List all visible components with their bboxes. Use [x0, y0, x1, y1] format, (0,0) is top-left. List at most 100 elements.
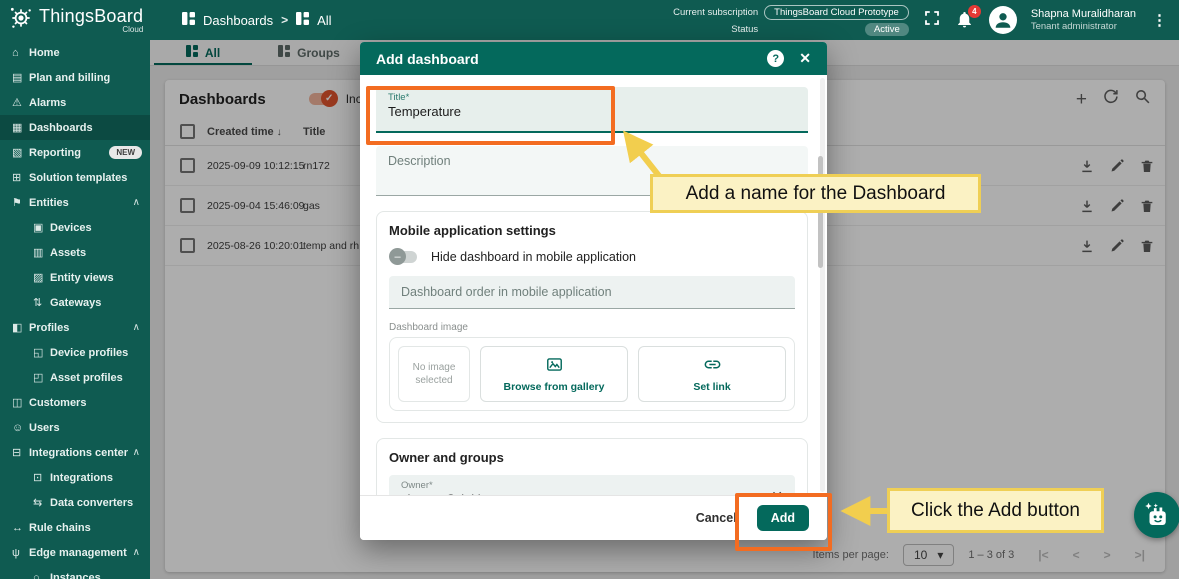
status-label: Status: [731, 24, 758, 35]
device-profiles-icon: ◱: [33, 346, 50, 359]
user-info[interactable]: Shapna Muralidharan Tenant administrator: [1031, 8, 1136, 33]
app-subtitle: Cloud: [39, 25, 143, 34]
dashboard-order-field[interactable]: Dashboard order in mobile application: [389, 276, 795, 309]
owner-field[interactable]: Owner* shapna@dekist.com ✕: [389, 475, 795, 495]
instances-icon: ○: [33, 572, 50, 579]
sidebar-item-users[interactable]: ☺ Users: [0, 415, 150, 440]
sidebar-item-assets[interactable]: ▥ Assets: [0, 240, 150, 265]
edge-management-icon: ψ: [12, 547, 29, 559]
plan-and-billing-icon: ▤: [12, 71, 29, 84]
home-icon: ⌂: [12, 47, 29, 59]
breadcrumb-current[interactable]: All: [317, 13, 331, 28]
sidebar-item-label: Devices: [50, 222, 92, 234]
app-header: ThingsBoard Cloud Dashboards > All Curre…: [0, 0, 1179, 40]
set-link-label: Set link: [693, 381, 730, 393]
sidebar-item-label: Rule chains: [29, 522, 91, 534]
chevron-up-icon[interactable]: ∧: [133, 197, 140, 208]
notifications-bell-icon[interactable]: 4: [955, 10, 975, 30]
dialog-scrollbar[interactable]: [820, 78, 825, 492]
sidebar-item-entity-views[interactable]: ▨ Entity views: [0, 265, 150, 290]
user-role: Tenant administrator: [1031, 21, 1136, 32]
new-badge: NEW: [109, 146, 142, 159]
callout-add-button: Click the Add button: [887, 488, 1104, 533]
dialog-header: Add dashboard ? ✕: [360, 42, 827, 75]
sidebar-item-label: Users: [29, 422, 60, 434]
integrations-icon: ⊡: [33, 471, 50, 484]
sidebar-item-label: Customers: [29, 397, 86, 409]
solution-templates-icon: ⊞: [12, 171, 29, 184]
fullscreen-icon[interactable]: [923, 9, 941, 32]
chevron-up-icon[interactable]: ∧: [133, 447, 140, 458]
sidebar-item-label: Data converters: [50, 497, 133, 509]
owner-field-label: Owner*: [401, 480, 783, 491]
chevron-up-icon[interactable]: ∧: [133, 322, 140, 333]
link-icon: [703, 355, 722, 377]
cancel-button[interactable]: Cancel: [696, 511, 737, 525]
sidebar-item-label: Plan and billing: [29, 72, 110, 84]
entity-views-icon: ▨: [33, 271, 50, 284]
breadcrumb: Dashboards > All: [182, 12, 332, 28]
sidebar-item-dashboards[interactable]: ▦ Dashboards: [0, 115, 150, 140]
sidebar-item-plan-and-billing[interactable]: ▤ Plan and billing: [0, 65, 150, 90]
sidebar-item-device-profiles[interactable]: ◱ Device profiles: [0, 340, 150, 365]
browse-gallery-button[interactable]: Browse from gallery: [480, 346, 628, 402]
help-icon[interactable]: ?: [767, 50, 784, 67]
owner-groups-title: Owner and groups: [389, 450, 795, 465]
more-vert-icon[interactable]: ⋮: [1150, 11, 1169, 29]
app-logo[interactable]: ThingsBoard Cloud: [0, 5, 160, 36]
hide-dashboard-toggle[interactable]: –: [391, 251, 417, 263]
highlight-rect-add-button: [735, 493, 832, 551]
dashboard-order-placeholder: Dashboard order in mobile application: [401, 285, 612, 299]
status-badge: Active: [865, 23, 909, 36]
sidebar-item-entities[interactable]: ⚑ Entities ∧: [0, 190, 150, 215]
subscription-plan-badge[interactable]: ThingsBoard Cloud Prototype: [764, 5, 909, 20]
avatar[interactable]: [989, 6, 1017, 34]
sidebar-item-reporting[interactable]: ▧ Reporting NEW: [0, 140, 150, 165]
data-converters-icon: ⇆: [33, 496, 50, 509]
sidebar-item-profiles[interactable]: ◧ Profiles ∧: [0, 315, 150, 340]
sidebar-item-home[interactable]: ⌂ Home: [0, 40, 150, 65]
thingsboard-logo-icon: [8, 5, 34, 36]
assistant-robot-icon: [1142, 500, 1172, 530]
users-icon: ☺: [12, 422, 29, 434]
chevron-up-icon[interactable]: ∧: [133, 547, 140, 558]
sidebar-item-label: Integrations center: [29, 447, 128, 459]
assistant-chat-button[interactable]: [1134, 492, 1179, 538]
alarms-icon: ⚠: [12, 96, 29, 109]
sidebar-item-devices[interactable]: ▣ Devices: [0, 215, 150, 240]
set-link-button[interactable]: Set link: [638, 346, 786, 402]
close-icon[interactable]: ✕: [799, 50, 811, 67]
breadcrumb-root[interactable]: Dashboards: [203, 13, 273, 28]
dashboard-image-label: Dashboard image: [389, 322, 795, 333]
sidebar-item-data-converters[interactable]: ⇆ Data converters: [0, 490, 150, 515]
browse-gallery-label: Browse from gallery: [504, 381, 605, 393]
sidebar-item-integrations-center[interactable]: ⊟ Integrations center ∧: [0, 440, 150, 465]
dashboard-image-box: No image selected Browse from gallery Se…: [389, 337, 795, 411]
integrations-center-icon: ⊟: [12, 446, 29, 459]
sidebar-item-alarms[interactable]: ⚠ Alarms: [0, 90, 150, 115]
sidebar-item-rule-chains[interactable]: ↔ Rule chains: [0, 515, 150, 540]
owner-groups-card: Owner and groups Owner* shapna@dekist.co…: [376, 438, 808, 495]
subscription-label: Current subscription: [673, 7, 758, 18]
customers-icon: ◫: [12, 396, 29, 409]
sidebar-item-asset-profiles[interactable]: ◰ Asset profiles: [0, 365, 150, 390]
profiles-icon: ◧: [12, 321, 29, 334]
subscription-info: Current subscription ThingsBoard Cloud P…: [673, 5, 909, 36]
sidebar-item-label: Device profiles: [50, 347, 128, 359]
sidebar-item-label: Alarms: [29, 97, 66, 109]
sidebar-item-instances[interactable]: ○ Instances: [0, 565, 150, 579]
breadcrumb-separator: >: [281, 13, 288, 27]
sidebar-nav: ⌂ Home ▤ Plan and billing ⚠ Alarms ▦ Das…: [0, 40, 150, 579]
screen: ThingsBoard Cloud Dashboards > All Curre…: [0, 0, 1179, 579]
sidebar-item-edge-management[interactable]: ψ Edge management ∧: [0, 540, 150, 565]
sidebar-item-customers[interactable]: ◫ Customers: [0, 390, 150, 415]
sidebar-item-label: Integrations: [50, 472, 113, 484]
sidebar-item-label: Home: [29, 47, 60, 59]
dashboards-grid-icon: [182, 12, 195, 28]
reporting-icon: ▧: [12, 146, 29, 159]
sidebar-item-integrations[interactable]: ⊡ Integrations: [0, 465, 150, 490]
sidebar-item-solution-templates[interactable]: ⊞ Solution templates: [0, 165, 150, 190]
sidebar-item-gateways[interactable]: ⇅ Gateways: [0, 290, 150, 315]
rule-chains-icon: ↔: [12, 522, 29, 534]
sidebar-item-label: Profiles: [29, 322, 69, 334]
